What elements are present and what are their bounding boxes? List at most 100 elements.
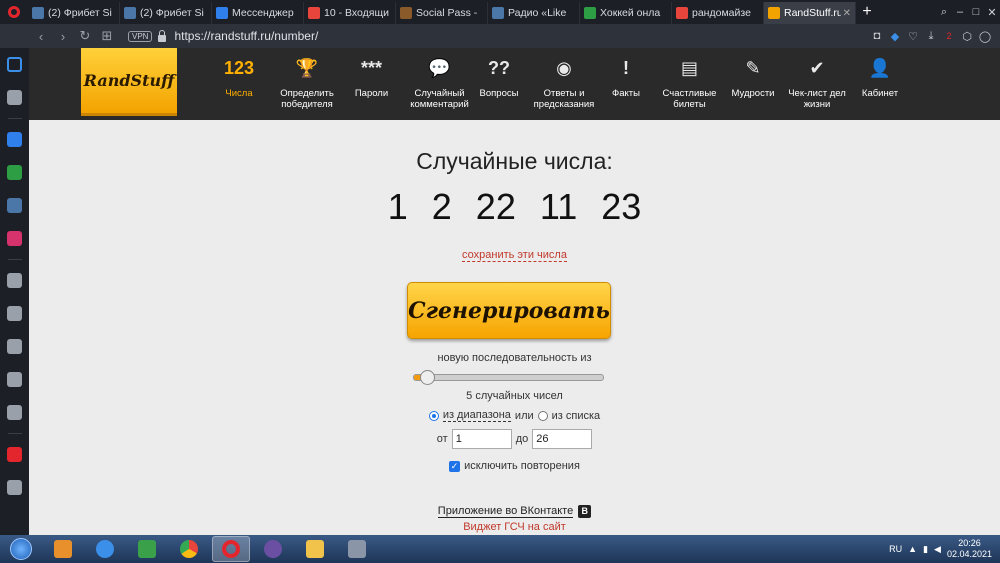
exclude-label[interactable]: исключить повторения: [464, 460, 580, 472]
nav-item[interactable]: ✎ Мудрости: [727, 48, 779, 120]
mode-selector: из диапазона или из списка: [29, 409, 1000, 422]
browser-tab[interactable]: Мессенджер: [212, 2, 304, 24]
nav-icon: 🏆: [295, 57, 319, 78]
camera-icon[interactable]: ◘: [868, 30, 886, 42]
vk-badge-icon[interactable]: B: [578, 505, 592, 518]
nav-label: Определить победителя: [280, 88, 334, 110]
exclude-checkbox[interactable]: ✓: [449, 460, 461, 472]
url-field[interactable]: https://randstuff.ru/number/: [174, 29, 868, 43]
sidebar-player-icon[interactable]: [0, 264, 29, 297]
download-icon[interactable]: ⤓: [922, 30, 940, 43]
to-input[interactable]: 26: [532, 429, 593, 449]
site-logo[interactable]: RandStuff: [81, 48, 177, 116]
nav-item[interactable]: ?? Вопросы: [474, 48, 524, 120]
tab-favicon-icon: [492, 7, 504, 19]
generate-button[interactable]: Сгенерировать: [407, 282, 611, 339]
slider-knob[interactable]: [420, 370, 435, 385]
widget-link[interactable]: Виджет ГСЧ на сайт: [29, 521, 1000, 533]
sidebar-opera-icon[interactable]: [0, 438, 29, 471]
nav-item[interactable]: ▤ Счастливые билеты: [657, 48, 722, 120]
nav-item[interactable]: 👤 Кабинет: [854, 48, 906, 120]
result-number: 23: [601, 186, 642, 227]
browser-tab[interactable]: Хоккей онла: [580, 2, 672, 24]
back-icon[interactable]: ‹: [30, 29, 52, 44]
sidebar-more-icon[interactable]: [0, 471, 29, 504]
list-radio-label[interactable]: из списка: [552, 410, 601, 422]
forward-icon[interactable]: ›: [52, 29, 74, 44]
nav-item[interactable]: *** Пароли: [344, 48, 399, 120]
browser-tab[interactable]: RandStuff.ru ✕: [764, 2, 856, 24]
nav-label: Факты: [612, 88, 640, 99]
tabs-grid-icon[interactable]: ⊞: [96, 28, 118, 44]
browser-tab[interactable]: (2) Фрибет Si: [120, 2, 212, 24]
internet-explorer-icon[interactable]: [86, 536, 124, 562]
lock-icon[interactable]: [158, 29, 167, 42]
search-tabs-icon[interactable]: ⌕: [936, 6, 952, 19]
nav-label: Ответы и предсказания: [533, 88, 595, 110]
browser-tab[interactable]: (2) Фрибет Si: [28, 2, 120, 24]
sidebar-settings-icon[interactable]: [0, 363, 29, 396]
opera-taskbar-icon[interactable]: [212, 536, 250, 562]
nav-item[interactable]: 🏆 Определить победителя: [277, 48, 337, 120]
sidebar-messenger-icon[interactable]: [0, 123, 29, 156]
tab-favicon-icon: [124, 7, 136, 19]
sidebar-home-icon[interactable]: [0, 48, 29, 81]
extension-icon[interactable]: 2: [940, 31, 958, 41]
nav-item[interactable]: 💬 Случайный комментарий: [407, 48, 472, 120]
count-slider[interactable]: [413, 370, 604, 385]
language-indicator[interactable]: RU: [889, 544, 902, 554]
heart-icon[interactable]: ♡: [904, 30, 922, 43]
calculator-icon[interactable]: [338, 536, 376, 562]
minimize-icon[interactable]: –: [952, 6, 968, 18]
vk-app-link[interactable]: Приложение во ВКонтакте: [437, 505, 574, 518]
from-input[interactable]: 1: [451, 429, 512, 449]
tab-title: рандомайзе: [692, 7, 751, 19]
nav-item[interactable]: ✔ Чек-лист дел жизни: [787, 48, 847, 120]
media-player-icon[interactable]: [44, 536, 82, 562]
tor-browser-icon[interactable]: [254, 536, 292, 562]
sidebar-bookmarks-icon[interactable]: [0, 81, 29, 114]
volume-icon[interactable]: ◀: [934, 544, 941, 555]
maximize-icon[interactable]: □: [968, 6, 984, 18]
sidebar-lightbulb-icon[interactable]: [0, 396, 29, 429]
cube-icon[interactable]: ⬡: [958, 30, 976, 43]
range-radio-label[interactable]: из диапазона: [442, 409, 511, 422]
start-button[interactable]: [0, 535, 42, 563]
file-explorer-icon[interactable]: [296, 536, 334, 562]
shield-icon[interactable]: ◆: [886, 30, 904, 43]
nav-icon: ▤: [680, 57, 698, 78]
network-icon[interactable]: ▮: [923, 544, 928, 555]
close-window-icon[interactable]: ✕: [984, 6, 1000, 19]
opera-menu-icon[interactable]: [0, 0, 28, 24]
browser-tab[interactable]: 10 - Входящи: [304, 2, 396, 24]
range-radio[interactable]: [428, 410, 439, 421]
browser-tab[interactable]: Social Pass -: [396, 2, 488, 24]
reload-icon[interactable]: ↻: [74, 28, 96, 44]
result-number: 11: [539, 186, 578, 227]
sidebar-whatsapp-icon[interactable]: [0, 156, 29, 189]
clock[interactable]: 20:26 02.04.2021: [947, 538, 992, 560]
dreamweaver-icon[interactable]: [128, 536, 166, 562]
nav-item[interactable]: ◉ Ответы и предсказания: [529, 48, 599, 120]
account-icon[interactable]: ◯: [976, 30, 994, 43]
sidebar-instagram-icon[interactable]: [0, 222, 29, 255]
tray-arrow-icon[interactable]: ▲: [908, 544, 917, 554]
new-tab-button[interactable]: +: [856, 3, 878, 21]
save-numbers-link[interactable]: сохранить эти числа: [462, 249, 567, 262]
more-icon: [7, 480, 22, 495]
nav-icon: !: [623, 57, 629, 78]
nav-item[interactable]: ! Факты: [601, 48, 651, 120]
browser-tab[interactable]: Радио «Like: [488, 2, 580, 24]
tab-favicon-icon: [216, 7, 228, 19]
nav-item[interactable]: 123 Числа: [214, 48, 264, 120]
tab-close-icon[interactable]: ✕: [843, 8, 851, 19]
vpn-badge[interactable]: VPN: [128, 30, 153, 42]
sidebar-history-icon[interactable]: [0, 330, 29, 363]
list-radio[interactable]: [537, 410, 548, 421]
chrome-icon[interactable]: [170, 536, 208, 562]
sidebar-heart-icon[interactable]: [0, 297, 29, 330]
sidebar-vk-icon[interactable]: [0, 189, 29, 222]
nav-icon: ✔: [809, 57, 825, 78]
result-number: 1: [387, 186, 408, 227]
browser-tab[interactable]: рандомайзе: [672, 2, 764, 24]
